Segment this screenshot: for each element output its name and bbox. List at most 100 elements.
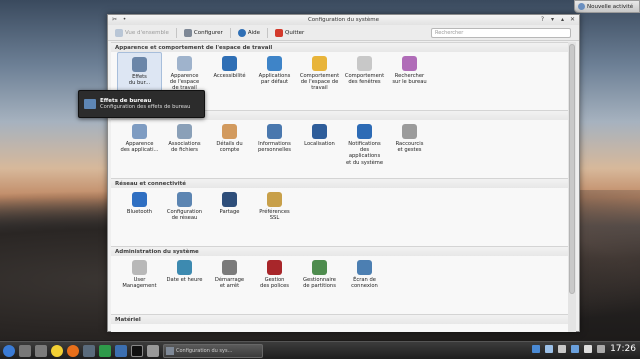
network-tray-icon[interactable]	[532, 345, 541, 353]
module-label: Détails du compte	[216, 141, 243, 154]
settings-module[interactable]: Rechercher sur le bureau	[387, 52, 432, 110]
section-items: Bluetooth Configuration de réseau Partage P…	[111, 188, 568, 246]
settings-module[interactable]: Raccourcis et gestes	[387, 120, 432, 178]
module-label: User Management	[122, 277, 157, 290]
new-activity-button[interactable]: Nouvelle activité	[574, 0, 640, 13]
default-apps-icon	[267, 56, 282, 71]
module-label: Localisation	[304, 141, 335, 147]
settings-module[interactable]: Démarrage et arrêt	[207, 256, 252, 314]
settings-module[interactable]: Applications par défaut	[252, 52, 297, 110]
screenshot-icon[interactable]	[147, 344, 159, 357]
configure-icon	[183, 28, 192, 37]
system-settings-window: ✂ • Configuration du système ? ▾ ▴ ✕ Vue…	[107, 14, 580, 332]
module-label: Partage	[219, 209, 240, 215]
date-time-icon	[177, 260, 192, 275]
tooltip: Effets de bureau Configuration des effet…	[78, 90, 205, 118]
tray-expand-icon[interactable]	[597, 345, 606, 353]
accessibility-icon	[222, 56, 237, 71]
localization-icon	[312, 124, 327, 139]
window-titlebar[interactable]: ✂ • Configuration du système ? ▾ ▴ ✕	[108, 15, 579, 25]
settings-module[interactable]: Associations de fichiers	[162, 120, 207, 178]
module-label: Effets du bur...	[128, 74, 151, 87]
star-icon[interactable]	[51, 344, 63, 357]
module-label: Informations personnelles	[257, 141, 292, 154]
settings-module[interactable]: Configuration de réseau	[162, 188, 207, 246]
tooltip-description: Configuration des effets de bureau	[100, 104, 191, 110]
taskbar: Configuration du sys... 17:26	[0, 341, 640, 359]
settings-module[interactable]: Accessibilité	[207, 52, 252, 110]
firefox-icon[interactable]	[67, 344, 79, 357]
settings-module[interactable]: Date et heure	[162, 256, 207, 314]
tray-clipboard-icon[interactable]	[558, 345, 567, 353]
bluetooth-tray-icon[interactable]	[571, 345, 580, 353]
module-label: Préférences SSL	[259, 209, 290, 222]
section-header: Matériel	[111, 314, 568, 324]
settings-module[interactable]: Écran de connexion	[342, 256, 387, 314]
configure-label: Configurer	[193, 29, 223, 36]
settings-content: Apparence et comportement de l'espace de…	[111, 42, 568, 332]
module-label: Date et heure	[166, 277, 203, 283]
startup-shutdown-icon	[222, 260, 237, 275]
taskbar-task-system-settings[interactable]: Configuration du sys...	[163, 343, 263, 358]
module-label: Apparence de l'espace de travail	[169, 73, 200, 92]
volume-icon[interactable]	[584, 345, 593, 353]
settings-module[interactable]: Localisation	[297, 120, 342, 178]
help-icon[interactable]: ?	[539, 16, 546, 23]
settings-module[interactable]: Bluetooth	[117, 188, 162, 246]
maximize-icon[interactable]: ▴	[559, 16, 566, 23]
scrollbar-thumb[interactable]	[569, 44, 575, 294]
settings-module[interactable]: Préférences SSL	[252, 188, 297, 246]
vertical-scrollbar[interactable]	[568, 42, 576, 332]
close-icon[interactable]: ✕	[569, 16, 576, 23]
window-menu-icon[interactable]: ✂	[111, 16, 118, 23]
settings-module[interactable]: Partage	[207, 188, 252, 246]
settings-module[interactable]: Gestionnaire de partitions	[297, 256, 342, 314]
document-icon[interactable]	[115, 344, 127, 357]
configure-button[interactable]: Configurer	[181, 27, 226, 39]
section-header: Apparence et comportement de l'espace de…	[111, 42, 568, 52]
font-management-icon	[267, 260, 282, 275]
pin-icon[interactable]: •	[121, 16, 128, 23]
overview-icon	[115, 28, 123, 37]
module-label: Écran de connexion	[351, 277, 378, 290]
main-toolbar: Vue d'ensemble Configurer Aide Quitter R…	[108, 25, 579, 41]
notifications-icon	[357, 124, 372, 139]
toolbar-separator	[229, 27, 231, 38]
settings-module[interactable]: User Management	[117, 256, 162, 314]
module-label: Démarrage et arrêt	[214, 277, 245, 290]
module-label: Accessibilité	[213, 73, 246, 79]
partition-manager-icon	[312, 260, 327, 275]
tray-flag-icon[interactable]	[545, 345, 554, 353]
settings-module[interactable]: Apparence des applicati...	[117, 120, 162, 178]
module-label: Rechercher sur le bureau	[392, 73, 427, 86]
settings-section: Réseau et connectivité Bluetooth Configura…	[111, 178, 568, 246]
settings-module[interactable]: Gestion des polices	[252, 256, 297, 314]
system-tray: 17:26	[532, 344, 636, 354]
search-input[interactable]: Rechercher	[431, 28, 571, 38]
window-behavior-icon	[357, 56, 372, 71]
clock[interactable]: 17:26	[610, 344, 636, 354]
settings-module[interactable]: Informations personnelles	[252, 120, 297, 178]
help-button[interactable]: Aide	[235, 27, 263, 39]
help-label: Aide	[247, 29, 260, 36]
overview-button[interactable]: Vue d'ensemble	[112, 27, 172, 39]
file-manager-icon[interactable]	[35, 344, 47, 357]
spreadsheet-icon[interactable]	[99, 344, 111, 357]
quit-label: Quitter	[284, 29, 305, 36]
kickoff-launcher-icon[interactable]	[3, 344, 15, 357]
settings-module[interactable]: Comportement de l'espace de travail	[297, 52, 342, 110]
quit-icon	[274, 28, 283, 37]
quit-button[interactable]: Quitter	[272, 27, 307, 39]
settings-module[interactable]: Comportement des fenêtres	[342, 52, 387, 110]
settings-module[interactable]: Détails du compte	[207, 120, 252, 178]
email-icon[interactable]	[83, 344, 95, 357]
shortcuts-icon	[402, 124, 417, 139]
module-label: Raccourcis et gestes	[395, 141, 424, 154]
terminal-icon[interactable]	[131, 344, 143, 357]
module-label: Notifications des applications et du sys…	[345, 141, 384, 166]
desktop-switch-icon[interactable]	[19, 344, 31, 357]
minimize-icon[interactable]: ▾	[549, 16, 556, 23]
task-label: Configuration du sys...	[176, 347, 233, 354]
settings-module[interactable]: Notifications des applications et du sys…	[342, 120, 387, 178]
toolbar-separator	[175, 27, 177, 38]
